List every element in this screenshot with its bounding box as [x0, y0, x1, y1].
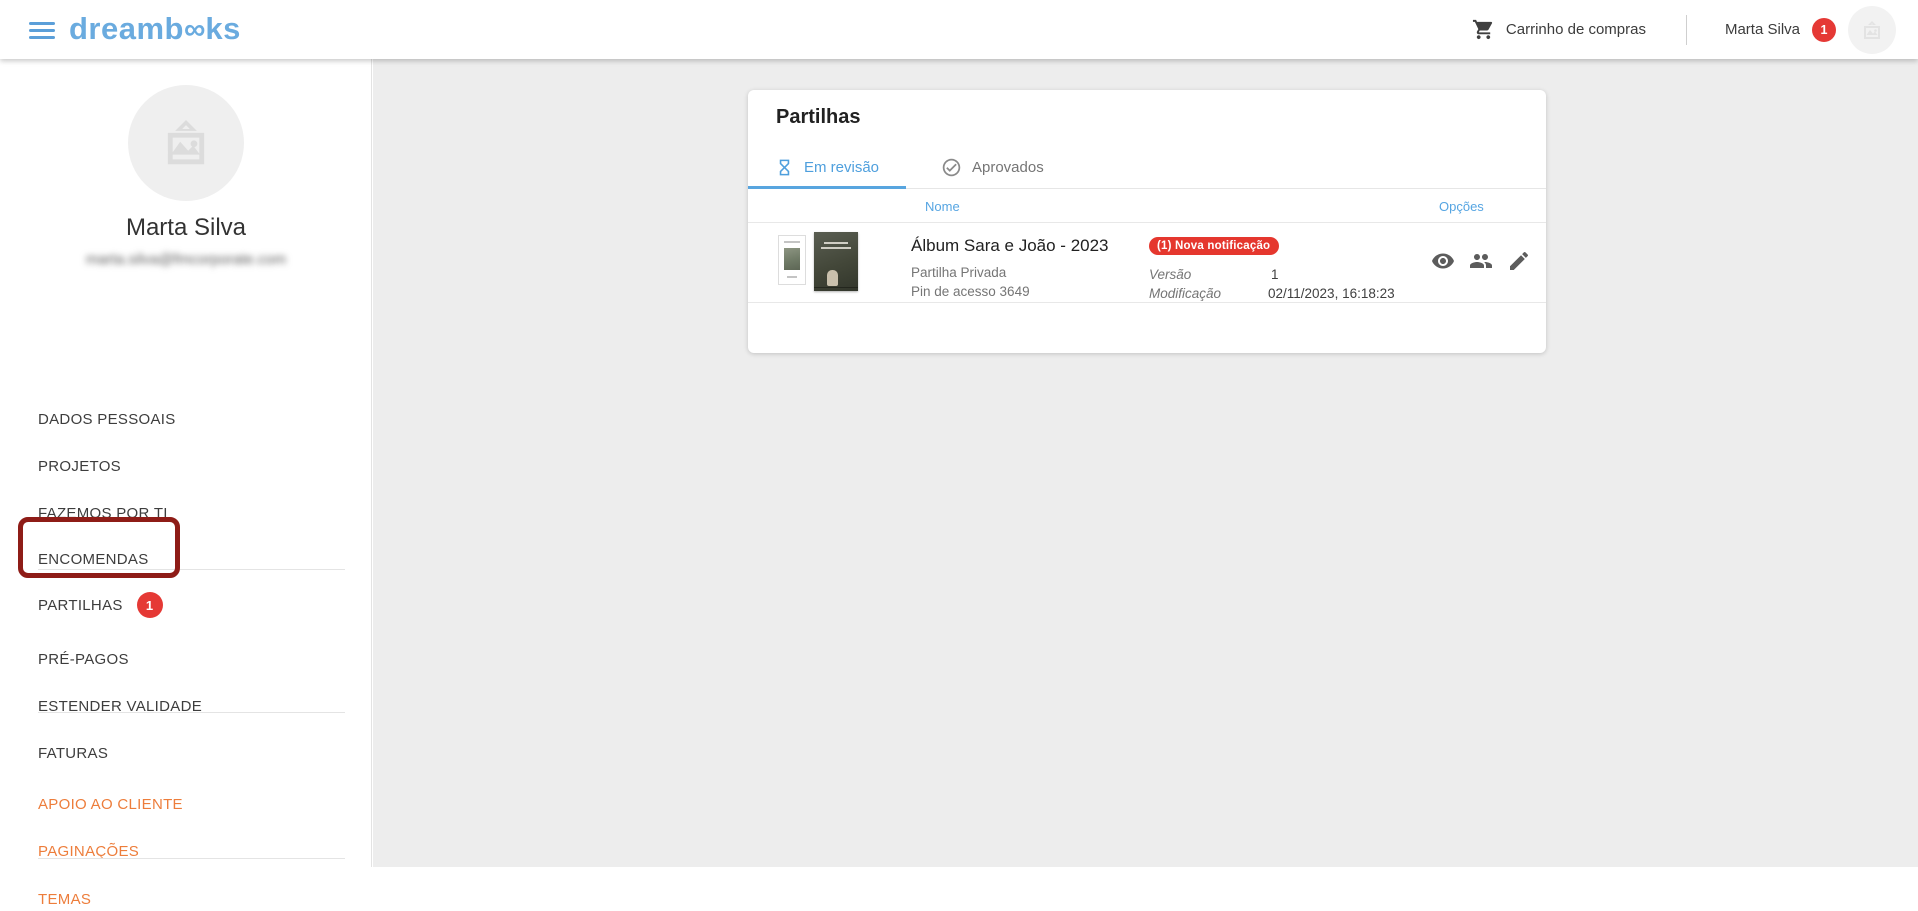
column-header-nome: Nome — [925, 189, 960, 223]
tab-label: Em revisão — [804, 159, 879, 176]
check-circle-icon — [941, 157, 962, 178]
menu-icon[interactable] — [29, 22, 55, 39]
brand-logo[interactable]: dreamb∞ks — [69, 11, 241, 48]
sidebar-item-label: PARTILHAS — [38, 597, 123, 614]
profile-name: Marta Silva — [0, 214, 372, 242]
profile-email: marta.silva@fmcorporate.com — [0, 251, 372, 268]
hourglass-icon — [775, 158, 794, 177]
share-type: Partilha Privada — [911, 263, 1109, 282]
row-options — [1431, 249, 1531, 273]
sidebar-item-apoio-ao-cliente[interactable]: APOIO AO CLIENTE — [38, 792, 183, 816]
table-header-row: Nome Opções — [748, 189, 1546, 223]
tab-em-revisao[interactable]: Em revisão — [748, 145, 906, 189]
top-bar: dreamb∞ks Carrinho de compras Marta Silv… — [0, 0, 1918, 59]
user-menu[interactable]: Marta Silva 1 — [1725, 6, 1896, 54]
sidebar-item-label: PROJETOS — [38, 458, 121, 475]
modified-value: 02/11/2023, 16:18:23 — [1268, 286, 1395, 301]
user-name: Marta Silva — [1725, 21, 1800, 38]
new-notification-badge: (1) Nova notificação — [1149, 237, 1279, 255]
tab-label: Aprovados — [972, 159, 1044, 176]
infinity-icon: ∞ — [184, 13, 205, 46]
sidebar-item-projetos[interactable]: PROJETOS — [38, 454, 121, 478]
sidebar-item-label: FATURAS — [38, 745, 108, 762]
partilhas-count-badge: 1 — [137, 592, 163, 618]
profile-avatar[interactable] — [128, 85, 244, 201]
sidebar-divider — [38, 858, 345, 859]
sidebar-item-label: PAGINAÇÕES — [38, 843, 139, 860]
page-title: Partilhas — [776, 106, 860, 129]
tab-bar: Em revisão Aprovados — [748, 145, 1546, 189]
sidebar-item-pre-pagos[interactable]: PRÉ-PAGOS — [38, 647, 129, 671]
sidebar-item-label: FAZEMOS POR TI — [38, 505, 168, 522]
group-icon[interactable] — [1469, 249, 1493, 273]
tab-aprovados[interactable]: Aprovados — [941, 145, 1044, 189]
cart-button[interactable]: Carrinho de compras — [1472, 18, 1646, 41]
sidebar-item-dados-pessoais[interactable]: DADOS PESSOAIS — [38, 407, 176, 431]
avatar[interactable] — [1848, 6, 1896, 54]
sidebar-item-temas[interactable]: TEMAS — [38, 887, 91, 911]
version-value: 1 — [1271, 267, 1279, 282]
topbar-right: Carrinho de compras Marta Silva 1 — [1472, 0, 1918, 59]
sidebar-item-label: ENCOMENDAS — [38, 551, 149, 568]
sidebar-item-estender-validade[interactable]: ESTENDER VALIDADE — [38, 694, 202, 718]
eye-icon[interactable] — [1431, 249, 1455, 273]
album-thumbnail-page — [814, 232, 858, 291]
content-area: Partilhas Em revisão Aprovados Nome Opçõ… — [373, 59, 1918, 867]
edit-icon[interactable] — [1507, 249, 1531, 273]
sidebar-divider — [38, 569, 345, 570]
sidebar-item-partilhas[interactable]: PARTILHAS 1 — [38, 593, 163, 617]
version-label: Versão — [1149, 267, 1191, 282]
sidebar-item-label: TEMAS — [38, 891, 91, 908]
brand-logo-text: dreamb — [69, 11, 184, 46]
brand-logo-text: ks — [205, 11, 240, 46]
sidebar-item-label: DADOS PESSOAIS — [38, 411, 176, 428]
sidebar-divider — [38, 712, 345, 713]
image-placeholder-icon — [157, 114, 215, 172]
album-thumbnail-cover — [778, 235, 806, 285]
partilhas-card: Partilhas Em revisão Aprovados Nome Opçõ… — [748, 90, 1546, 353]
album-title: Álbum Sara e João - 2023 — [911, 236, 1109, 256]
modified-label: Modificação — [1149, 286, 1221, 301]
sidebar-item-label: APOIO AO CLIENTE — [38, 796, 183, 813]
sidebar-item-label: PRÉ-PAGOS — [38, 651, 129, 668]
image-placeholder-icon — [1860, 18, 1884, 42]
cart-label: Carrinho de compras — [1506, 21, 1646, 38]
notification-count-badge: 1 — [1812, 18, 1836, 42]
column-header-opcoes: Opções — [1439, 189, 1484, 223]
sidebar-item-encomendas[interactable]: ENCOMENDAS — [38, 547, 149, 571]
topbar-divider — [1686, 15, 1687, 45]
shopping-cart-icon — [1472, 18, 1495, 41]
access-pin: Pin de acesso 3649 — [911, 282, 1109, 301]
sidebar-item-paginacoes[interactable]: PAGINAÇÕES — [38, 839, 139, 863]
table-row[interactable]: Álbum Sara e João - 2023 Partilha Privad… — [748, 223, 1546, 303]
sidebar-item-faturas[interactable]: FATURAS — [38, 741, 108, 765]
sidebar-item-fazemos-por-ti[interactable]: FAZEMOS POR TI — [38, 501, 168, 525]
row-text-block: Álbum Sara e João - 2023 Partilha Privad… — [911, 236, 1109, 301]
sidebar: Marta Silva marta.silva@fmcorporate.com … — [0, 59, 372, 867]
